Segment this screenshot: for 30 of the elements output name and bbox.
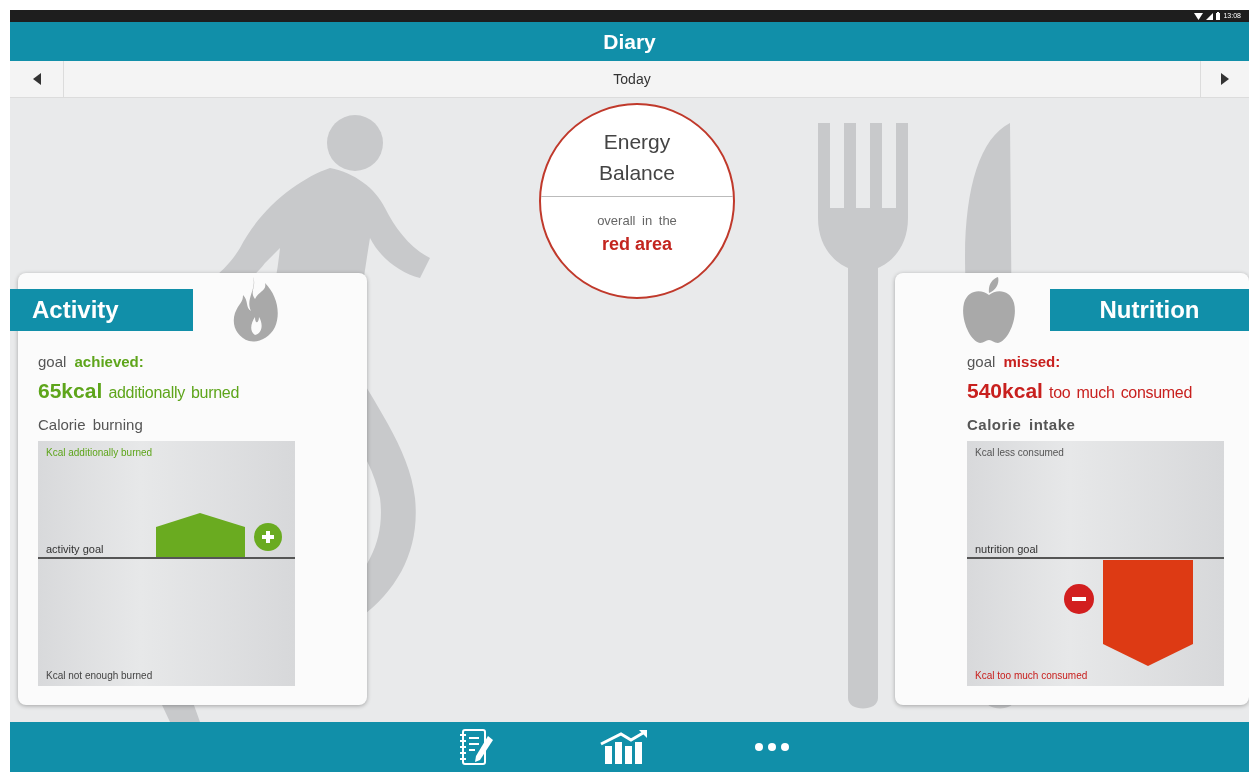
signal-icon (1206, 12, 1214, 20)
chart-trend-icon (598, 730, 649, 764)
plus-icon (254, 523, 282, 551)
left-triangle-icon (32, 73, 41, 85)
screen-title: Diary (603, 29, 656, 54)
date-label: Today (612, 70, 652, 89)
chart-top-label: Kcal less consumed (975, 447, 1064, 458)
balance-caption: overall in the (597, 213, 677, 228)
goal-status-text: goal achieved: (38, 353, 145, 370)
card-title: Activity (10, 289, 193, 331)
chart-top-label: Kcal additionally burned (46, 447, 153, 458)
goal-status-text: goal missed: (967, 353, 1062, 370)
calorie-result-text: 65kcal additionally burned (38, 379, 240, 403)
card-title: Nutrition (1050, 289, 1249, 331)
minus-icon (1064, 584, 1094, 614)
chart-title: Calorie burning (38, 416, 144, 433)
goal-line-label: activity goal (46, 543, 104, 555)
notebook-pencil-icon (457, 728, 494, 766)
right-triangle-icon (1221, 73, 1229, 85)
more-icon (753, 742, 790, 752)
chart-title: Calorie intake (967, 416, 1077, 433)
chart-bottom-label: Kcal too much consumed (975, 670, 1088, 681)
calorie-result-text: 540kcal too much consumed (967, 379, 1194, 403)
wifi-icon (1194, 12, 1204, 20)
balance-status: red area (601, 234, 673, 255)
battery-icon (1216, 12, 1221, 20)
goal-line-label: nutrition goal (975, 543, 1038, 555)
balance-title: Energy Balance (598, 129, 676, 186)
chart-bottom-label: Kcal not enough burned (46, 670, 153, 681)
apple-icon (962, 277, 1016, 343)
